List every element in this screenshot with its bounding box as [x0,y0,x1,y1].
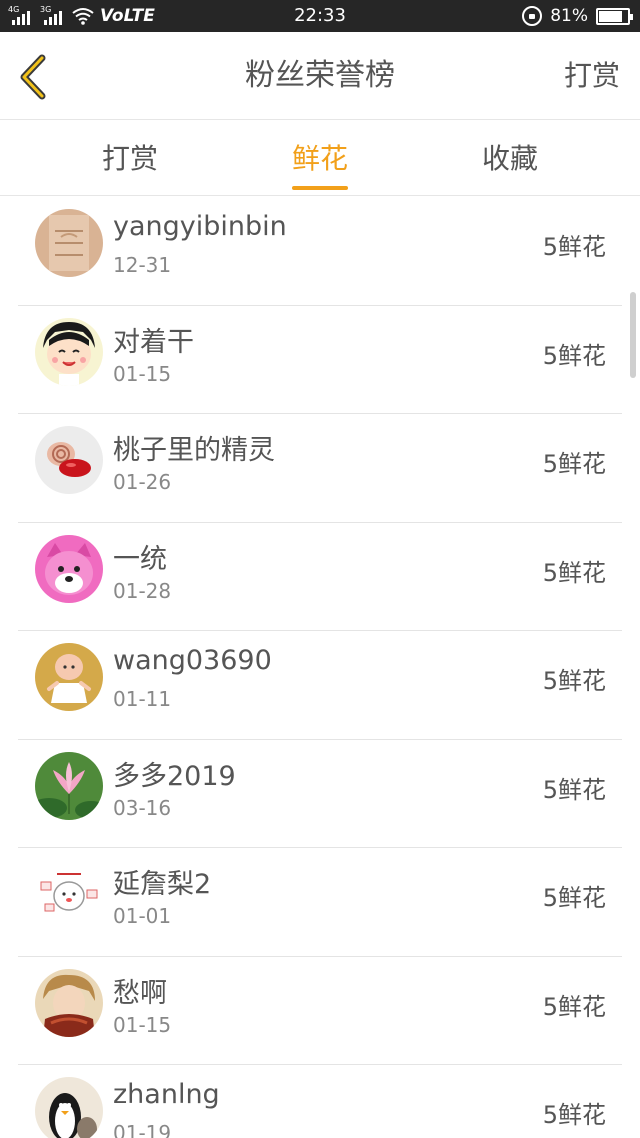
page-title: 粉丝荣誉榜 [245,58,395,93]
tab-label: 鲜花 [291,142,348,175]
avatar[interactable] [35,643,103,711]
list-item[interactable]: 愁啊 01-15 5鲜花 [18,957,622,1065]
tab-favorites[interactable]: 收藏 [450,121,570,196]
flower-count: 5鲜花 [542,558,606,587]
avatar[interactable] [35,426,103,494]
list-item[interactable]: 多多2019 03-16 5鲜花 [18,740,622,848]
list-item[interactable]: 对着干 01-15 5鲜花 [18,306,622,414]
fan-date: 01-11 [113,687,172,711]
flower-count: 5鲜花 [542,992,606,1021]
flower-count: 5鲜花 [542,233,606,261]
fan-date: 01-15 [113,361,172,386]
fan-name: 延詹梨2 [113,869,212,900]
status-right: 81% [522,0,633,32]
status-bar: 4G 3G VoLTE 22:33 81% [0,0,640,32]
rotation-lock-icon [522,6,543,26]
flower-count: 5鲜花 [542,341,606,370]
header: 粉丝荣誉榜 打赏 [0,32,640,120]
avatar[interactable] [35,860,103,928]
avatar[interactable] [35,209,103,277]
list-item[interactable]: yangyibinbin 12-31 5鲜花 [18,197,622,306]
flower-count: 5鲜花 [542,450,606,478]
avatar[interactable] [35,968,103,1037]
list-item[interactable]: zhanlng 01-19 5鲜花 [18,1065,622,1138]
battery-percent: 81% [550,6,588,26]
fan-name: yangyibinbin [113,211,287,242]
scrollbar[interactable] [630,292,636,378]
reward-button[interactable]: 打赏 [564,32,620,120]
list-item[interactable]: wang03690 01-11 5鲜花 [18,631,622,740]
avatar[interactable] [35,1077,103,1138]
tab-label: 打赏 [101,142,158,175]
fan-name: 愁啊 [113,977,167,1009]
avatar[interactable] [35,751,103,820]
fan-name: 桃子里的精灵 [113,435,275,466]
avatar[interactable] [35,534,103,603]
list-item[interactable]: 延詹梨2 01-01 5鲜花 [18,848,622,957]
fan-list[interactable]: yangyibinbin 12-31 5鲜花 对着干 01-15 5鲜花 桃子里 [0,197,640,1138]
fan-date: 01-19 [113,1121,172,1138]
fan-name: 一统 [113,543,167,575]
fan-name: 对着干 [113,326,194,358]
fan-date: 01-26 [113,470,172,494]
tab-reward[interactable]: 打赏 [70,121,190,196]
flower-count: 5鲜花 [542,775,606,804]
fan-name: zhanlng [113,1079,220,1110]
list-item[interactable]: 一统 01-28 5鲜花 [18,523,622,631]
tab-flowers[interactable]: 鲜花 [260,121,380,196]
tab-label: 收藏 [481,142,538,175]
flower-count: 5鲜花 [542,1101,606,1129]
fan-date: 01-15 [113,1012,172,1037]
avatar[interactable] [35,317,103,386]
flower-count: 5鲜花 [542,884,606,912]
fan-date: 01-01 [113,904,172,928]
fan-date: 12-31 [113,253,172,277]
fan-date: 03-16 [113,795,172,820]
list-item[interactable]: 桃子里的精灵 01-26 5鲜花 [18,414,622,523]
battery-icon [596,7,633,25]
fan-name: wang03690 [113,645,272,676]
flower-count: 5鲜花 [542,667,606,695]
fan-date: 01-28 [113,578,172,603]
fan-name: 多多2019 [113,760,236,792]
active-tab-indicator [292,186,348,190]
tab-bar: 打赏 鲜花 收藏 [0,121,640,196]
